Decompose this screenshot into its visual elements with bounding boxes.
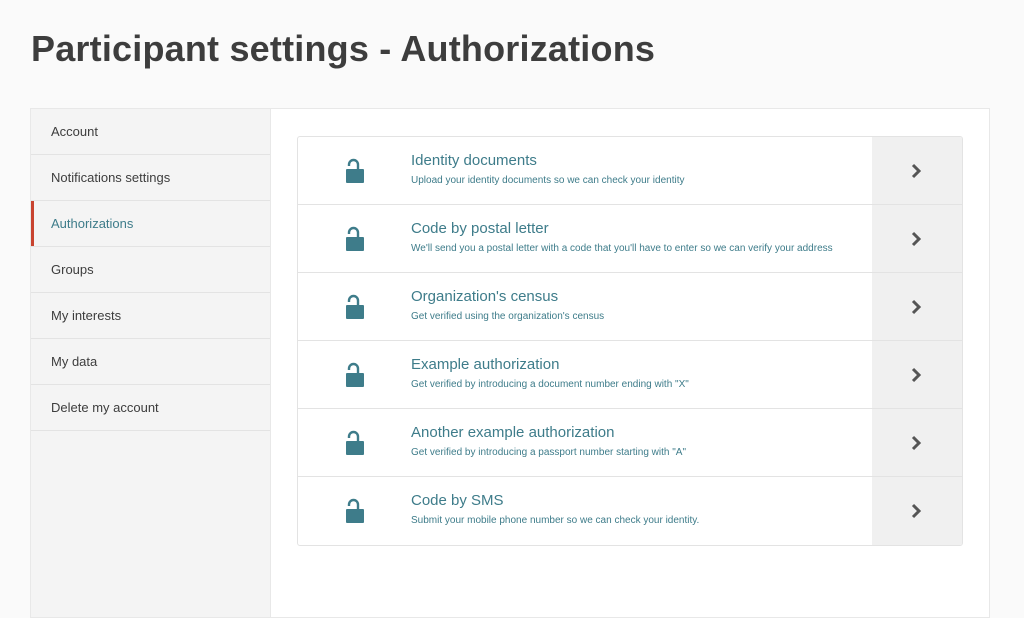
sidebar-item-account[interactable]: Account (31, 109, 270, 155)
authorization-description: We'll send you a postal letter with a co… (411, 243, 833, 254)
authorization-title[interactable]: Another example authorization (411, 424, 872, 442)
authorization-title[interactable]: Organization's census (411, 288, 872, 306)
authorization-title[interactable]: Code by postal letter (411, 220, 872, 238)
authorization-text: Identity documents Upload your identity … (411, 137, 872, 204)
authorization-text: Code by SMS Submit your mobile phone num… (411, 477, 872, 545)
authorization-identity-documents[interactable]: Identity documents Upload your identity … (298, 137, 962, 205)
authorizations-list: Identity documents Upload your identity … (297, 136, 963, 546)
lock-open-icon (298, 477, 411, 545)
authorizations-panel: Identity documents Upload your identity … (297, 136, 963, 546)
lock-open-icon (298, 341, 411, 408)
authorization-description: Get verified by introducing a document n… (411, 379, 689, 390)
settings-sidebar: Account Notifications settings Authoriza… (31, 109, 271, 617)
chevron-right-icon[interactable] (872, 205, 962, 272)
lock-open-icon (298, 137, 411, 204)
sidebar-item-notifications-settings[interactable]: Notifications settings (31, 155, 270, 201)
authorization-organizations-census[interactable]: Organization's census Get verified using… (298, 273, 962, 341)
chevron-right-icon[interactable] (872, 137, 962, 204)
chevron-right-icon[interactable] (872, 409, 962, 476)
lock-open-icon (298, 409, 411, 476)
authorization-description: Upload your identity documents so we can… (411, 175, 685, 186)
authorization-code-by-postal-letter[interactable]: Code by postal letter We'll send you a p… (298, 205, 962, 273)
authorization-description: Submit your mobile phone number so we ca… (411, 515, 700, 526)
authorization-text: Another example authorization Get verifi… (411, 409, 872, 476)
sidebar-item-my-data[interactable]: My data (31, 339, 270, 385)
lock-open-icon (298, 273, 411, 340)
sidebar-item-groups[interactable]: Groups (31, 247, 270, 293)
authorization-description: Get verified by introducing a passport n… (411, 447, 687, 458)
authorization-title[interactable]: Example authorization (411, 356, 872, 374)
authorization-text: Organization's census Get verified using… (411, 273, 872, 340)
authorization-title[interactable]: Code by SMS (411, 492, 872, 510)
authorization-text: Code by postal letter We'll send you a p… (411, 205, 872, 272)
authorization-title[interactable]: Identity documents (411, 152, 872, 170)
sidebar-item-my-interests[interactable]: My interests (31, 293, 270, 339)
sidebar-item-authorizations[interactable]: Authorizations (31, 201, 270, 247)
chevron-right-icon[interactable] (872, 273, 962, 340)
authorization-text: Example authorization Get verified by in… (411, 341, 872, 408)
authorization-example-authorization[interactable]: Example authorization Get verified by in… (298, 341, 962, 409)
lock-open-icon (298, 205, 411, 272)
settings-container: Account Notifications settings Authoriza… (30, 108, 990, 618)
chevron-right-icon[interactable] (872, 477, 962, 545)
authorization-code-by-sms[interactable]: Code by SMS Submit your mobile phone num… (298, 477, 962, 545)
chevron-right-icon[interactable] (872, 341, 962, 408)
authorization-another-example-authorization[interactable]: Another example authorization Get verifi… (298, 409, 962, 477)
page-title: Participant settings - Authorizations (31, 28, 656, 69)
sidebar-item-delete-my-account[interactable]: Delete my account (31, 385, 270, 431)
authorization-description: Get verified using the organization's ce… (411, 311, 605, 322)
